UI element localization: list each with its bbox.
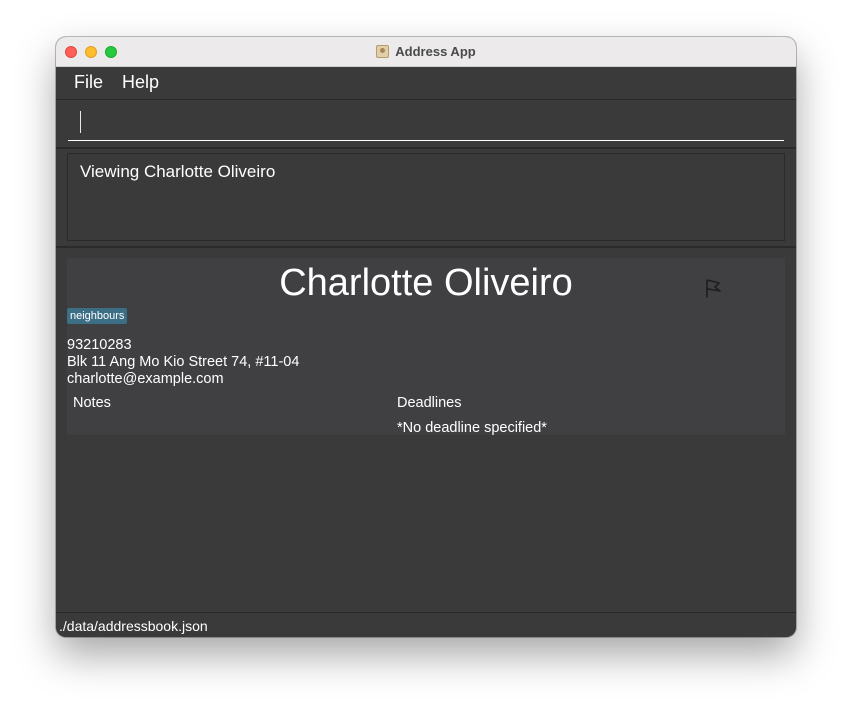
person-detail-card: Charlotte Oliveiro neighbours 93210283 B… [67,258,785,436]
app-window: Address App File Help Viewing Charlotte … [56,37,796,637]
tag-neighbours: neighbours [67,308,128,324]
menu-bar: File Help [56,67,796,100]
person-address: Blk 11 Ang Mo Kio Street 74, #11-04 [67,354,300,370]
notes-header: Notes [73,395,111,411]
title-bar: Address App [56,37,796,67]
result-display: Viewing Charlotte Oliveiro [67,153,785,241]
window-title-group: Address App [56,37,796,66]
save-location-path: ./data/addressbook.json [59,618,208,634]
result-message: Viewing Charlotte Oliveiro [80,162,276,181]
command-box-area [56,100,796,149]
window-title: Address App [395,44,476,59]
command-input[interactable] [68,108,784,141]
deadline-value: *No deadline specified* [397,420,547,436]
person-phone: 93210283 [67,337,132,353]
person-name: Charlotte Oliveiro [279,262,573,304]
address-book-app-icon [376,45,390,58]
menu-help[interactable]: Help [122,72,159,93]
empty-content-area [56,435,796,612]
person-email: charlotte@example.com [67,371,224,387]
deadlines-header: Deadlines [397,395,462,411]
menu-file[interactable]: File [74,72,103,93]
text-caret [80,111,81,133]
flag-icon[interactable] [703,277,725,299]
status-bar: ./data/addressbook.json [56,612,796,637]
split-divider[interactable] [56,246,796,248]
